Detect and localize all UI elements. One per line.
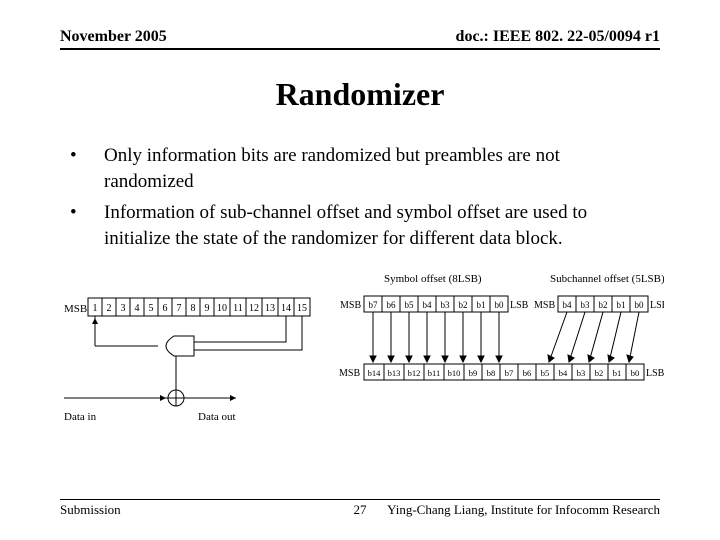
data-in-label: Data in: [64, 411, 97, 423]
svg-text:b7: b7: [505, 368, 514, 378]
svg-text:b7: b7: [369, 300, 379, 310]
svg-text:b3: b3: [577, 368, 586, 378]
symbol-offset-bits: b7 b6 b5 b4 b3 b2 b1 b0: [364, 296, 508, 312]
initial-state-bits: b14 b13 b12 b11 b10 b9 b8 b7 b6 b5 b4 b3…: [364, 364, 644, 380]
svg-text:b4: b4: [563, 300, 573, 310]
subchannel-offset-bits: b4 b3 b2 b1 b0: [558, 296, 648, 312]
svg-text:15: 15: [297, 303, 307, 314]
svg-text:b2: b2: [595, 368, 604, 378]
footer-author: Ying-Chang Liang, Institute for Infocomm…: [387, 502, 660, 518]
bullet-item: • Information of sub-channel offset and …: [70, 200, 652, 251]
page-number: 27: [354, 502, 367, 518]
lsb-label: LSB: [650, 300, 664, 311]
data-out-label: Data out: [198, 411, 236, 423]
svg-text:10: 10: [217, 303, 227, 314]
svg-text:5: 5: [149, 303, 154, 314]
svg-text:b8: b8: [487, 368, 496, 378]
svg-text:b1: b1: [477, 300, 486, 310]
shift-register: 1 2 3 4 5 6 7 8 9 10 11 12 13 14 15: [88, 298, 310, 316]
bullet-item: • Only information bits are randomized b…: [70, 143, 652, 194]
svg-text:3: 3: [121, 303, 126, 314]
lsb-label: LSB: [646, 368, 664, 379]
bullet-text: Information of sub-channel offset and sy…: [104, 200, 652, 251]
bullet-marker: •: [70, 143, 104, 194]
svg-text:4: 4: [135, 303, 140, 314]
bullet-text: Only information bits are randomized but…: [104, 143, 652, 194]
footer-left: Submission: [60, 502, 121, 518]
symbol-offset-label: Symbol offset (8LSB): [384, 273, 482, 285]
svg-text:b1: b1: [617, 300, 626, 310]
svg-text:8: 8: [191, 303, 196, 314]
xor-gate-icon: [166, 336, 194, 356]
svg-text:b6: b6: [523, 368, 532, 378]
svg-text:b12: b12: [408, 368, 421, 378]
svg-text:b3: b3: [581, 300, 591, 310]
svg-text:b14: b14: [368, 368, 382, 378]
subchannel-offset-label: Subchannel offset (5LSB): [550, 273, 664, 285]
svg-text:14: 14: [281, 303, 291, 314]
svg-text:1: 1: [93, 303, 98, 314]
svg-text:b6: b6: [387, 300, 397, 310]
msb-label: MSB: [339, 368, 360, 379]
msb-label: MSB: [64, 303, 87, 315]
svg-text:b9: b9: [469, 368, 478, 378]
svg-text:b0: b0: [495, 300, 505, 310]
svg-text:b13: b13: [388, 368, 401, 378]
svg-text:b10: b10: [448, 368, 461, 378]
svg-text:b11: b11: [428, 368, 440, 378]
svg-text:6: 6: [163, 303, 168, 314]
svg-text:b4: b4: [423, 300, 433, 310]
svg-text:b4: b4: [559, 368, 568, 378]
svg-text:b2: b2: [599, 300, 608, 310]
header-doc-id: doc.: IEEE 802. 22-05/0094 r1: [456, 28, 660, 46]
svg-text:9: 9: [205, 303, 210, 314]
svg-text:b2: b2: [459, 300, 468, 310]
slide-header: November 2005 doc.: IEEE 802. 22-05/0094…: [60, 28, 660, 50]
randomizer-diagram: MSB 1 2 3 4 5 6 7 8 9 10 11 12 13 1: [60, 270, 660, 445]
msb-label: MSB: [534, 300, 555, 311]
svg-text:11: 11: [233, 303, 243, 314]
svg-text:b3: b3: [441, 300, 451, 310]
svg-text:12: 12: [249, 303, 259, 314]
svg-text:7: 7: [177, 303, 182, 314]
mapping-arrows: [370, 312, 639, 362]
svg-text:b5: b5: [405, 300, 415, 310]
lsb-label: LSB: [510, 300, 529, 311]
svg-text:2: 2: [107, 303, 112, 314]
svg-text:13: 13: [265, 303, 275, 314]
svg-text:b5: b5: [541, 368, 550, 378]
svg-text:b0: b0: [631, 368, 640, 378]
svg-text:b0: b0: [635, 300, 645, 310]
slide-footer: Submission 27 Ying-Chang Liang, Institut…: [60, 499, 660, 518]
msb-label: MSB: [340, 300, 361, 311]
svg-text:b1: b1: [613, 368, 622, 378]
header-date: November 2005: [60, 28, 167, 46]
bullet-list: • Only information bits are randomized b…: [60, 143, 660, 252]
slide-title: Randomizer: [60, 76, 660, 113]
bullet-marker: •: [70, 200, 104, 251]
